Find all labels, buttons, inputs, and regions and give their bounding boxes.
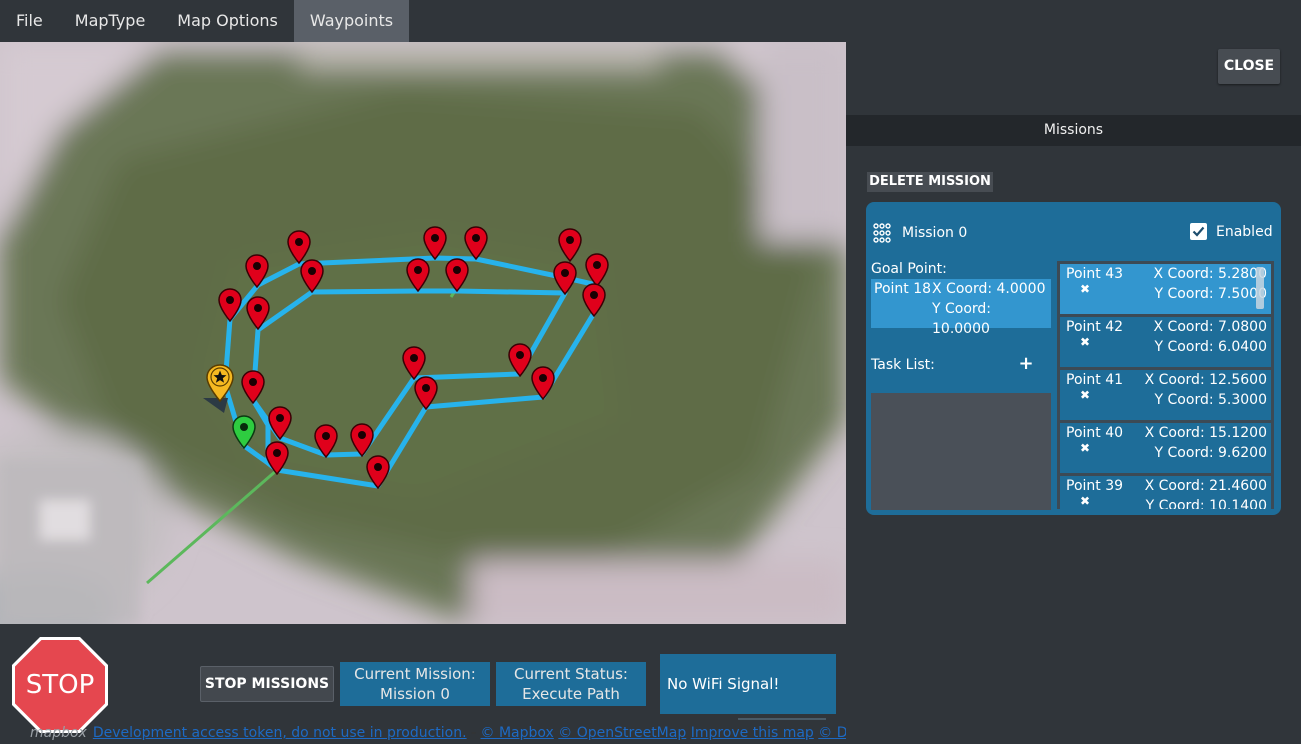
point-y-coord: Y Coord: 7.5000 bbox=[1154, 286, 1267, 302]
improve-map-link[interactable]: Improve this map bbox=[691, 725, 814, 741]
enabled-checkbox[interactable] bbox=[1190, 223, 1207, 240]
close-icon[interactable]: ✖ bbox=[1080, 438, 1090, 458]
wifi-status: No WiFi Signal! bbox=[660, 654, 836, 714]
current-mission-box: Current Mission: Mission 0 bbox=[340, 662, 490, 706]
mission-name: Mission 0 bbox=[902, 225, 968, 241]
point-item[interactable]: Point 39 ✖ X Coord: 21.4600 Y Coord: 10.… bbox=[1060, 476, 1271, 509]
goal-point-label: Goal Point: bbox=[871, 261, 947, 277]
osm-link[interactable]: © OpenStreetMap bbox=[558, 725, 686, 741]
points-list[interactable]: Point 43 ✖ X Coord: 5.2800 Y Coord: 7.50… bbox=[1057, 261, 1274, 509]
enabled-label: Enabled bbox=[1216, 224, 1273, 240]
delete-mission-button[interactable]: DELETE MISSION bbox=[867, 172, 993, 192]
point-item[interactable]: Point 42 ✖ X Coord: 7.0800 Y Coord: 6.04… bbox=[1060, 317, 1271, 367]
point-x-coord: X Coord: 21.4600 bbox=[1144, 478, 1267, 494]
point-x-coord: X Coord: 7.0800 bbox=[1153, 319, 1268, 335]
menu-bar: File MapType Map Options Waypoints bbox=[0, 0, 846, 42]
point-x-coord: X Coord: 5.2800 bbox=[1153, 266, 1268, 282]
point-y-coord: Y Coord: 10.1400 bbox=[1145, 498, 1267, 509]
goal-x-coord: X Coord: 4.0000 bbox=[932, 281, 1046, 297]
app-window: File MapType Map Options Waypoints STOP … bbox=[0, 0, 1301, 744]
checkmark-icon bbox=[1192, 226, 1205, 237]
close-icon[interactable]: ✖ bbox=[1080, 279, 1090, 299]
close-icon[interactable]: ✖ bbox=[1080, 491, 1090, 509]
current-mission-title: Current Mission: bbox=[354, 665, 476, 683]
scale-bar bbox=[738, 718, 826, 720]
current-status-value: Execute Path bbox=[522, 685, 620, 703]
point-x-coord: X Coord: 15.1200 bbox=[1144, 425, 1267, 441]
point-name: Point 41 bbox=[1066, 372, 1124, 388]
point-name: Point 42 bbox=[1066, 319, 1124, 335]
drag-grid-icon[interactable] bbox=[873, 223, 891, 243]
point-item[interactable]: Point 43 ✖ X Coord: 5.2800 Y Coord: 7.50… bbox=[1060, 264, 1271, 314]
task-list[interactable] bbox=[871, 393, 1051, 510]
close-icon[interactable]: ✖ bbox=[1080, 385, 1090, 405]
map-view[interactable] bbox=[0, 42, 846, 624]
goal-y-coord: Y Coord: 10.0000 bbox=[932, 301, 992, 337]
close-button[interactable]: CLOSE bbox=[1218, 49, 1280, 84]
map-attribution: mapbox Development access token, do not u… bbox=[0, 723, 846, 744]
menu-file[interactable]: File bbox=[0, 0, 59, 42]
menu-maptype[interactable]: MapType bbox=[59, 0, 162, 42]
digitalglobe-link[interactable]: © DigitalGlobe bbox=[818, 725, 846, 741]
current-mission-value: Mission 0 bbox=[380, 685, 450, 703]
stop-sign-icon[interactable] bbox=[10, 635, 110, 735]
mapbox-link[interactable]: © Mapbox bbox=[481, 725, 554, 741]
close-icon[interactable]: ✖ bbox=[1080, 332, 1090, 352]
point-y-coord: Y Coord: 6.0400 bbox=[1154, 339, 1267, 355]
goal-point-name: Point 18 bbox=[874, 281, 932, 297]
menu-map-options[interactable]: Map Options bbox=[161, 0, 294, 42]
satellite-map[interactable] bbox=[0, 42, 846, 624]
missions-header: Missions bbox=[846, 115, 1301, 146]
task-list-label: Task List: bbox=[871, 357, 935, 373]
point-item[interactable]: Point 40 ✖ X Coord: 15.1200 Y Coord: 9.6… bbox=[1060, 423, 1271, 473]
point-name: Point 39 bbox=[1066, 478, 1124, 494]
point-item[interactable]: Point 41 ✖ X Coord: 12.5600 Y Coord: 5.3… bbox=[1060, 370, 1271, 420]
point-y-coord: Y Coord: 9.6200 bbox=[1154, 445, 1267, 461]
attribution-separator: - bbox=[466, 725, 481, 741]
mapbox-logo: mapbox bbox=[30, 725, 87, 741]
points-scrollbar[interactable] bbox=[1256, 267, 1264, 309]
point-x-coord: X Coord: 12.5600 bbox=[1144, 372, 1267, 388]
point-name: Point 40 bbox=[1066, 425, 1124, 441]
goal-point-box[interactable]: Point 18 X Coord: 4.0000 Y Coord: 10.000… bbox=[871, 279, 1051, 337]
menu-waypoints[interactable]: Waypoints bbox=[293, 0, 410, 42]
mission-card: Mission 0 Enabled Goal Point: Point 18 X… bbox=[866, 202, 1281, 515]
point-y-coord: Y Coord: 5.3000 bbox=[1154, 392, 1267, 408]
current-status-box: Current Status: Execute Path bbox=[496, 662, 646, 706]
plus-icon[interactable]: + bbox=[1018, 354, 1034, 374]
stop-missions-button[interactable]: STOP MISSIONS bbox=[200, 666, 334, 702]
current-status-title: Current Status: bbox=[514, 665, 628, 683]
point-name: Point 43 bbox=[1066, 266, 1124, 282]
token-warning-link[interactable]: Development access token, do not use in … bbox=[93, 725, 467, 741]
